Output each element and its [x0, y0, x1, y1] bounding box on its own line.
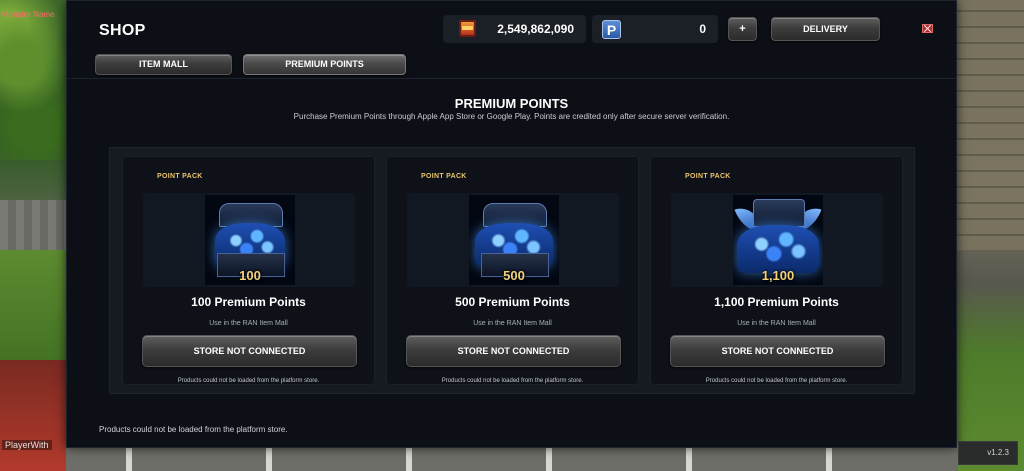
point-pack-card: POINT PACK 1,100 1,100 Premium Points Us…	[650, 156, 903, 385]
section-title: PREMIUM POINTS	[454, 96, 569, 111]
palm-tree	[0, 0, 70, 160]
pack-description: Use in the RAN Item Mall	[737, 320, 816, 327]
world-right-edge	[956, 0, 1024, 471]
premium-points-balance: P 0	[592, 15, 718, 43]
stone-wall	[956, 0, 1024, 250]
pack-error-note: Products could not be loaded from the pl…	[705, 378, 848, 384]
pack-description: Use in the RAN Item Mall	[209, 320, 288, 327]
shop-header: SHOP 2,549,862,090 P 0 + DELIVERY	[67, 1, 956, 49]
point-pack-card: POINT PACK 100 100 Premium Points Use in…	[122, 156, 375, 385]
add-points-button[interactable]: +	[728, 17, 757, 41]
world-bottom-road	[66, 448, 958, 471]
points-amount: 0	[699, 22, 706, 36]
store-not-connected-button[interactable]: STORE NOT CONNECTED	[142, 335, 357, 367]
store-not-connected-button[interactable]: STORE NOT CONNECTED	[670, 335, 885, 367]
version-label: v1.2.3	[958, 441, 1018, 465]
pack-image-frame: 1,100	[671, 193, 883, 287]
gold-chest-icon	[459, 20, 476, 37]
small-chest-icon: 100	[205, 195, 295, 285]
world-left-edge	[0, 0, 70, 471]
footer-status-message: Products could not be loaded from the pl…	[99, 425, 288, 434]
point-pack-card: POINT PACK 500 500 Premium Points Use in…	[386, 156, 639, 385]
tab-item-mall[interactable]: ITEM MALL	[95, 54, 232, 75]
shop-title: SHOP	[99, 22, 146, 39]
pack-description: Use in the RAN Item Mall	[473, 320, 552, 327]
red-carpet	[0, 360, 70, 471]
pack-error-note: Products could not be loaded from the pl…	[441, 378, 584, 384]
pack-image-frame: 100	[143, 193, 355, 287]
pack-name: 1,100 Premium Points	[714, 295, 839, 309]
pack-error-note: Products could not be loaded from the pl…	[177, 378, 320, 384]
player-name-label: PlayerWith	[2, 440, 52, 450]
pack-name: 100 Premium Points	[191, 295, 306, 309]
pack-name: 500 Premium Points	[455, 295, 570, 309]
pack-quantity: 100	[239, 268, 261, 283]
section-subtitle: Purchase Premium Points through Apple Ap…	[293, 112, 730, 121]
premium-points-icon: P	[602, 20, 621, 39]
chest-gems	[737, 225, 819, 273]
winged-chest-icon: 1,100	[733, 195, 823, 285]
pack-quantity: 500	[503, 268, 525, 283]
gold-balance: 2,549,862,090	[443, 15, 586, 43]
gold-amount: 2,549,862,090	[497, 22, 574, 36]
tab-premium-points[interactable]: PREMIUM POINTS	[243, 54, 406, 75]
treasure-chest-icon: 500	[469, 195, 559, 285]
tab-divider	[67, 78, 956, 79]
pack-label: POINT PACK	[421, 173, 467, 180]
pack-quantity: 1,100	[761, 268, 795, 283]
chest-lid	[753, 199, 805, 227]
delivery-button[interactable]: DELIVERY	[771, 17, 880, 41]
world-overhead-label: Monster Name	[2, 10, 55, 19]
pack-image-frame: 500	[407, 193, 619, 287]
shop-window: SHOP 2,549,862,090 P 0 + DELIVERY ITEM M…	[66, 0, 957, 448]
pack-label: POINT PACK	[157, 173, 203, 180]
pack-label: POINT PACK	[685, 173, 731, 180]
close-icon[interactable]	[922, 24, 933, 33]
point-pack-list: POINT PACK 100 100 Premium Points Use in…	[109, 147, 915, 394]
store-not-connected-button[interactable]: STORE NOT CONNECTED	[406, 335, 621, 367]
